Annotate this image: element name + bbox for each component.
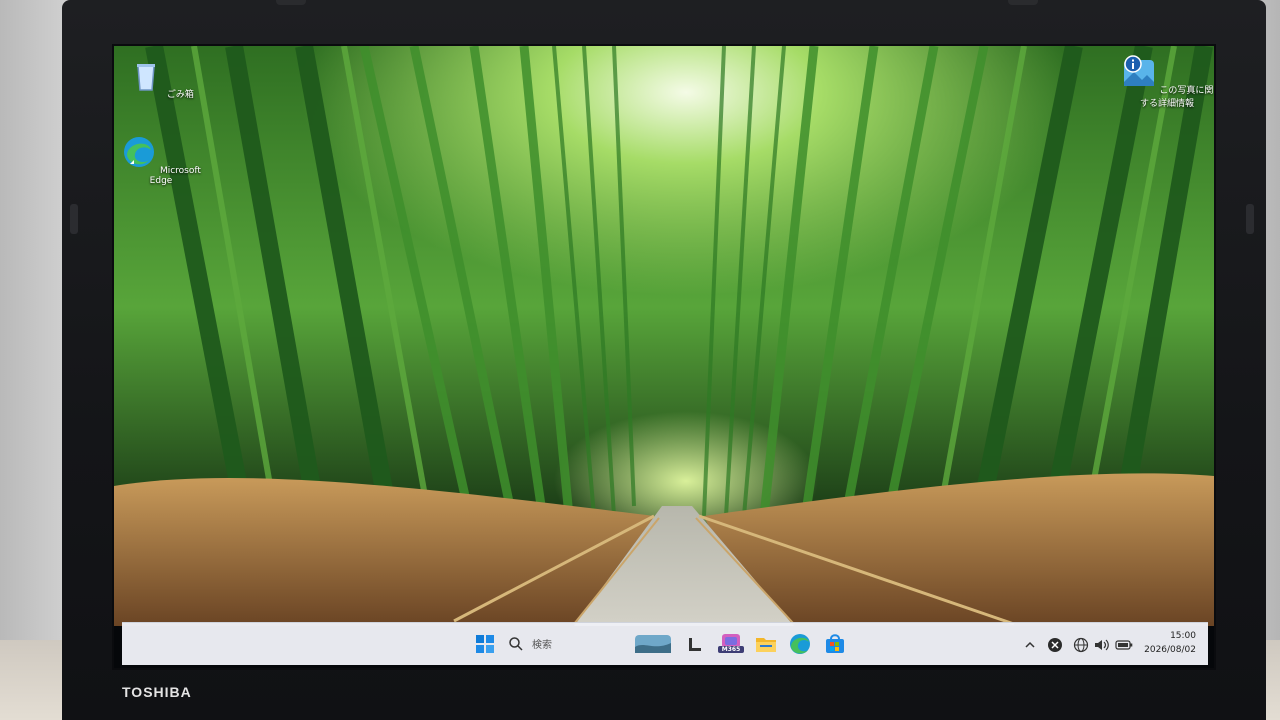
clock-date: 2026/08/02 <box>1144 645 1196 655</box>
edge-icon <box>124 137 155 167</box>
bezel-notch-right <box>1008 0 1038 5</box>
desktop-icon-recycle-bin[interactable]: ごみ箱 <box>116 58 206 100</box>
desktop-icon-label: Microsoft Edge <box>149 166 201 186</box>
start-icon[interactable] <box>472 631 498 657</box>
clock-time: 15:00 <box>1170 631 1196 641</box>
desktop-icon-learn-about-picture[interactable]: この写真に関する詳細情報 <box>1120 54 1214 109</box>
widgets-icon[interactable] <box>634 631 672 657</box>
speaker-icon[interactable] <box>1092 635 1110 655</box>
close-circle-icon[interactable] <box>1046 635 1064 655</box>
desktop-icon-label: ごみ箱 <box>166 90 194 100</box>
search-placeholder: 検索 <box>532 640 552 651</box>
m365-icon <box>722 634 740 648</box>
taskbar: 検索 M365 15:00 2026/08/02 <box>122 622 1208 665</box>
taskbar-search[interactable]: 検索 <box>502 630 612 658</box>
chevron-up-icon[interactable] <box>1022 635 1038 655</box>
bezel-latch-left <box>70 204 78 234</box>
desktop-icon-edge[interactable]: Microsoft Edge <box>116 134 206 186</box>
globe-icon[interactable] <box>1072 635 1090 655</box>
store-icon[interactable] <box>822 631 848 657</box>
task-view-icon[interactable] <box>682 631 708 657</box>
brand-logo: TOSHIBA <box>122 684 192 700</box>
bezel-notch-left <box>276 0 306 5</box>
m365-app[interactable]: M365 <box>718 631 744 657</box>
recycle-bin-icon <box>137 64 156 91</box>
bezel-latch-right <box>1246 204 1254 234</box>
laptop-screen: ごみ箱 Microsoft Edge この写真に関する詳細情報 検索 M365 … <box>112 44 1216 670</box>
file-explorer-icon[interactable] <box>753 631 779 657</box>
edge-icon[interactable] <box>787 631 813 657</box>
desktop-wallpaper <box>114 46 1214 626</box>
taskbar-clock[interactable]: 15:00 2026/08/02 <box>1126 629 1196 657</box>
m365-badge: M365 <box>718 646 744 653</box>
search-icon <box>509 637 523 651</box>
learn-about-picture-icon <box>1123 55 1154 86</box>
